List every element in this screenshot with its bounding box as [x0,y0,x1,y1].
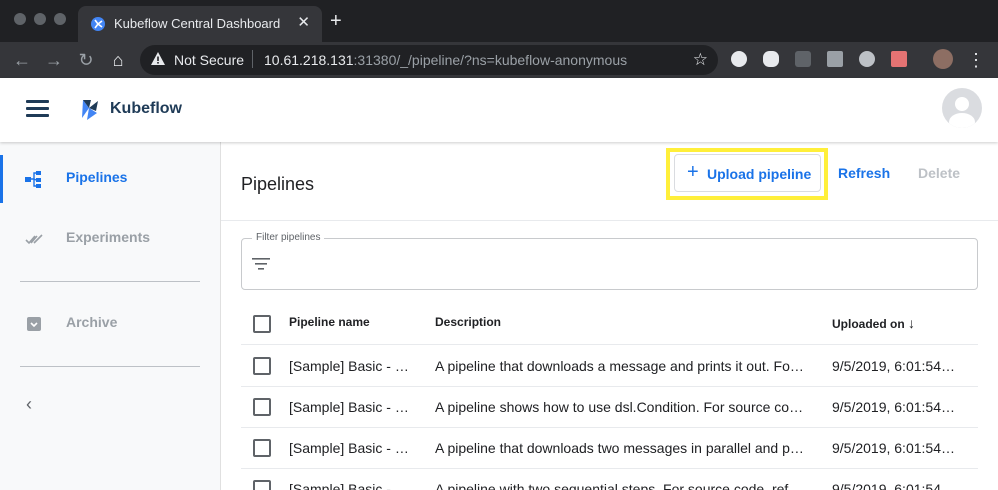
kubeflow-logo-icon [82,100,98,120]
uploaded-cell: 9/5/2019, 6:01:54 PM [832,440,956,456]
column-header-uploaded-label: Uploaded on [832,317,905,331]
url-text[interactable]: 10.61.218.131:31380/_/pipeline/?ns=kubef… [264,52,627,68]
table-row[interactable]: [Sample] Basic - Sequential execution A … [221,345,998,386]
collapse-sidebar-icon[interactable]: ‹ [26,394,32,415]
filter-icon [252,258,270,270]
row-checkbox[interactable] [253,398,271,416]
sidebar-item-label: Pipelines [66,169,128,185]
refresh-button[interactable]: Refresh [838,165,890,181]
security-label[interactable]: Not Secure [174,52,244,68]
row-checkbox[interactable] [253,439,271,457]
filter-pipelines-field[interactable]: Filter pipelines [241,232,978,290]
bookmark-star-icon[interactable]: ☆ [693,50,708,70]
browser-toolbar: ← → ↻ ⌂ Not Secure 10.61.218.131:31380/_… [0,42,998,78]
row-checkbox[interactable] [253,357,271,375]
reload-icon[interactable]: ↻ [74,48,98,72]
kubeflow-favicon-icon [91,17,105,31]
pipeline-name-cell[interactable]: [Sample] Basic - Exit handler [289,481,417,490]
pipeline-name-cell[interactable]: [Sample] Basic - Parallel execution [289,440,417,456]
extension-6-icon[interactable] [891,51,907,67]
window-maximize-dot[interactable] [54,13,66,25]
table-row[interactable]: [Sample] Basic - Condition A pipeline sh… [221,386,998,427]
user-avatar[interactable] [942,88,982,128]
archive-icon [27,317,41,331]
active-indicator [0,155,3,203]
browser-menu-icon[interactable]: ⋮ [964,48,988,72]
app-header: Kubeflow [0,78,998,142]
cloud-extension-icon[interactable] [763,51,779,67]
column-header-name[interactable]: Pipeline name [289,315,370,329]
sidebar-divider [20,281,200,282]
pipeline-name-cell[interactable]: [Sample] Basic - Condition [289,399,417,415]
toolbar-divider [221,220,998,221]
pipelines-icon [25,171,41,188]
brand-name: Kubeflow [110,100,182,117]
upload-pipeline-button[interactable]: + Upload pipeline [674,154,821,192]
row-checkbox[interactable] [253,480,271,490]
uploaded-cell: 9/5/2019, 6:01:54 PM [832,481,956,490]
column-header-description[interactable]: Description [435,315,501,329]
sidebar-item-archive[interactable]: Archive [0,300,220,348]
tab-title: Kubeflow Central Dashboard [114,16,281,31]
extension-1-icon[interactable] [731,51,747,67]
filter-label: Filter pipelines [252,232,325,243]
pipeline-name-cell[interactable]: [Sample] Basic - Sequential execution [289,358,417,374]
table-row[interactable]: [Sample] Basic - Exit handler A pipeline… [221,468,998,490]
browser-tab[interactable]: Kubeflow Central Dashboard ✕ [78,6,322,42]
experiments-icon [25,234,43,245]
filter-input[interactable] [282,253,962,275]
sidebar-item-label: Archive [66,314,118,330]
address-bar[interactable]: Not Secure 10.61.218.131:31380/_/pipelin… [140,45,718,75]
url-path: :31380/_/pipeline/?ns=kubeflow-anonymous [353,52,628,68]
upload-pipeline-label: Upload pipeline [707,166,812,182]
description-cell: A pipeline that downloads a message and … [435,358,808,374]
sidebar: Pipelines Experiments Archive ‹ [0,142,221,490]
window-close-dot[interactable] [14,13,26,25]
page-title: Pipelines [241,174,315,194]
uploaded-cell: 9/5/2019, 6:01:54 PM [832,399,956,415]
url-separator [252,50,253,68]
select-all-checkbox[interactable] [253,315,271,333]
main-content: Pipelines + Upload pipeline Refresh Dele… [221,142,998,490]
delete-button[interactable]: Delete [918,165,960,181]
new-tab-icon[interactable]: + [330,11,342,31]
extension-5-icon[interactable] [859,51,875,67]
back-icon[interactable]: ← [10,48,34,72]
url-host: 10.61.218.131 [264,52,354,68]
hamburger-menu-icon[interactable] [26,100,49,118]
description-cell: A pipeline that downloads two messages i… [435,440,808,456]
person-icon [949,97,975,128]
description-cell: A pipeline with two sequential steps. Fo… [435,481,808,490]
window-minimize-dot[interactable] [34,13,46,25]
table-row[interactable]: [Sample] Basic - Parallel execution A pi… [221,427,998,468]
sort-arrow-icon: ↓ [908,315,916,331]
uploaded-cell: 9/5/2019, 6:01:54 PM [832,358,956,374]
browser-tab-bar: Kubeflow Central Dashboard ✕ + [0,0,998,42]
profile-avatar-icon[interactable] [933,49,953,69]
sidebar-divider [20,366,200,367]
sidebar-item-pipelines[interactable]: Pipelines [0,155,220,203]
extension-4-icon[interactable] [827,51,843,67]
forward-icon[interactable]: → [42,48,66,72]
extension-3-icon[interactable] [795,51,811,67]
sidebar-item-label: Experiments [66,229,151,245]
plus-icon: + [687,161,699,183]
tab-close-icon[interactable]: ✕ [297,14,310,32]
description-cell: A pipeline shows how to use dsl.Conditio… [435,399,808,415]
home-icon[interactable]: ⌂ [106,48,130,72]
column-header-uploaded[interactable]: Uploaded on ↓ [832,315,915,331]
warning-icon [151,52,165,65]
sidebar-item-experiments[interactable]: Experiments [0,215,220,263]
